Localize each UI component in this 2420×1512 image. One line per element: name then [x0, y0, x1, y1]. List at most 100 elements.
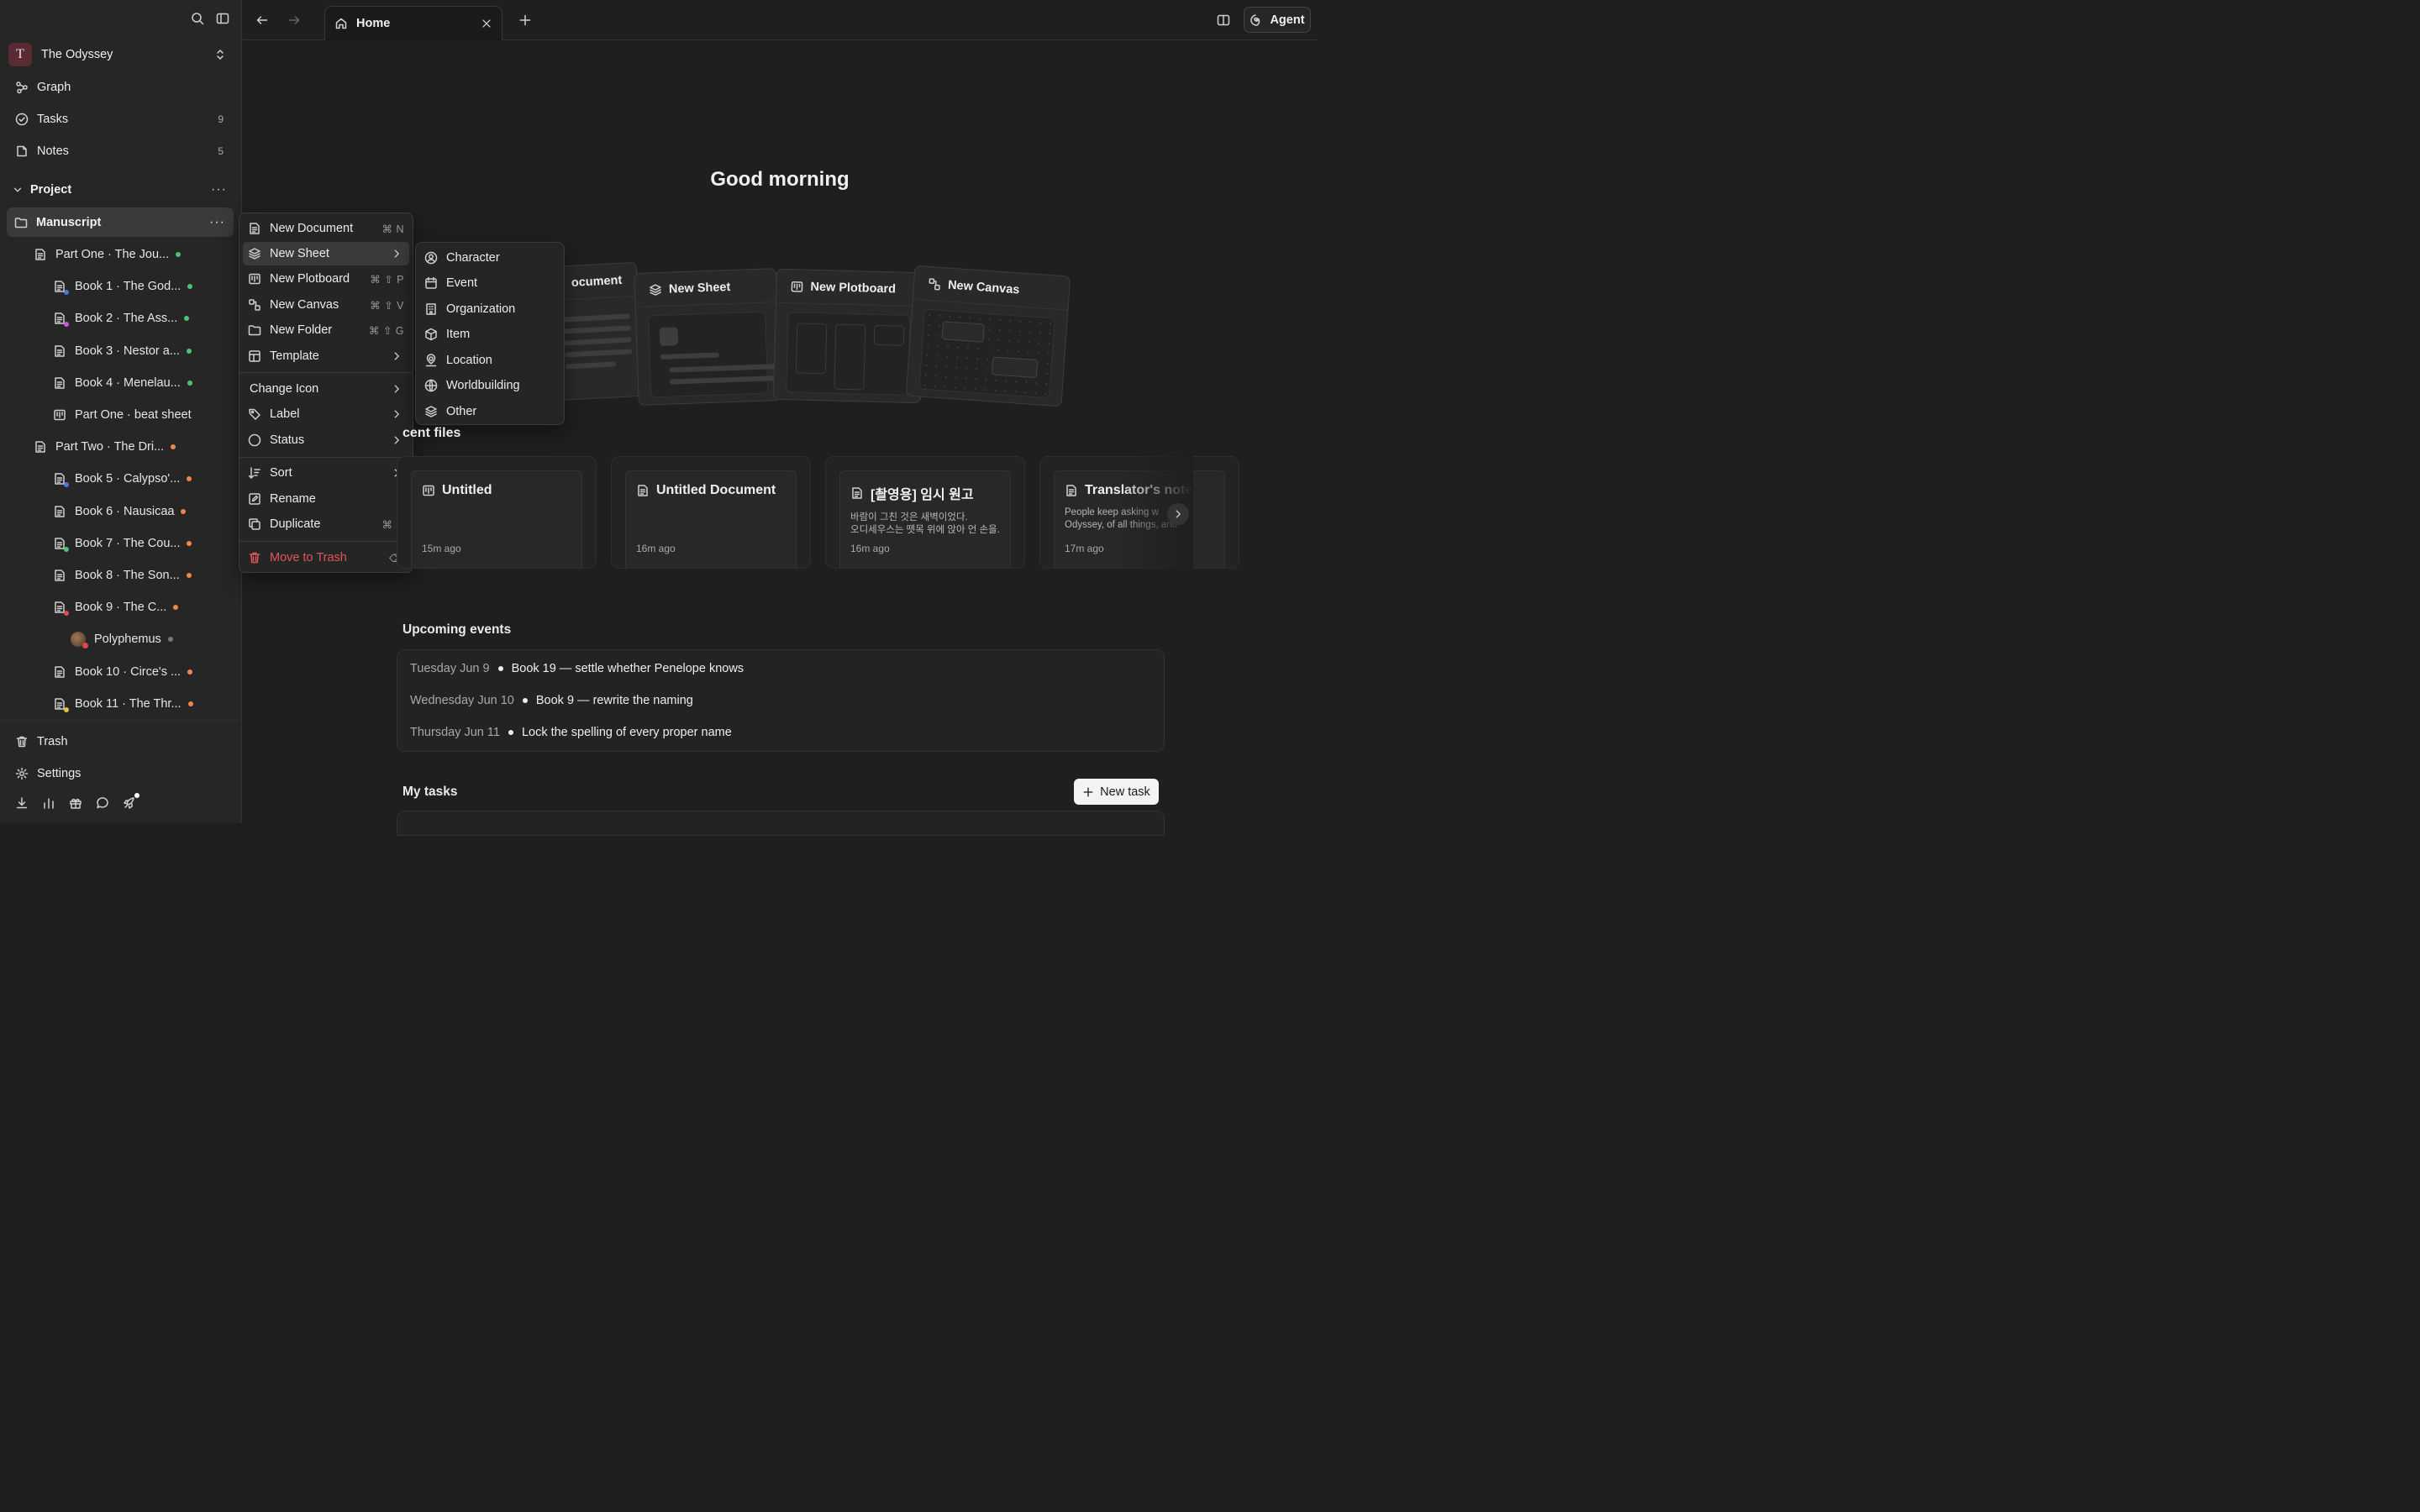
tree-item[interactable]: Book 8 · The Son...	[53, 563, 192, 588]
workspace-switcher[interactable]: T The Odyssey	[8, 42, 234, 67]
note-icon	[15, 144, 29, 158]
layers-icon	[424, 405, 438, 418]
event-row[interactable]: Tuesday Jun 9 Book 19 — settle whether P…	[410, 662, 744, 675]
submenu-item-item[interactable]: Item	[419, 323, 560, 346]
tree-item[interactable]: Part One · The Jou...	[34, 242, 182, 267]
tab-home[interactable]: Home	[324, 6, 502, 40]
plus-icon[interactable]	[518, 13, 532, 27]
tree-item[interactable]: Book 2 · The Ass...	[53, 306, 190, 331]
submenu-item-worldbuilding[interactable]: Worldbuilding	[419, 374, 560, 397]
folder-manuscript[interactable]: Manuscript ···	[7, 207, 234, 237]
submenu-item-character[interactable]: Character	[419, 246, 560, 270]
sidebar-item-settings[interactable]: Settings	[8, 760, 234, 787]
submenu-item-event[interactable]: Event	[419, 271, 560, 295]
shortcut-hint: ⌘ N	[381, 223, 404, 235]
sidebar-item-graph[interactable]: Graph	[8, 74, 234, 101]
event-row[interactable]: Thursday Jun 11 Lock the spelling of eve…	[410, 726, 732, 739]
status-dot	[176, 252, 182, 257]
document-icon	[34, 248, 47, 261]
recent-file-card[interactable]: [촬영용] 임시 원고 바람이 그친 것은 새벽이었다. 오디세우스는 뗏목 위에 …	[825, 456, 1025, 569]
recent-file-card[interactable]: Untitled 15m ago	[397, 456, 597, 569]
plotboard-icon	[422, 484, 435, 497]
more-icon[interactable]: ···	[209, 215, 225, 230]
menu-item-template[interactable]: Template	[243, 344, 409, 368]
menu-item-sort[interactable]: Sort	[243, 461, 409, 485]
sidebar-item-notes[interactable]: Notes 5	[8, 138, 234, 165]
search-icon[interactable]	[191, 12, 204, 25]
back-arrow-icon[interactable]	[255, 13, 269, 27]
document-icon	[850, 486, 864, 500]
tree-item[interactable]: Book 10 · Circe's ...	[53, 659, 193, 685]
submenu-item-other[interactable]: Other	[419, 400, 560, 423]
chat-icon[interactable]	[96, 796, 109, 810]
document-icon	[53, 376, 66, 390]
menu-item-new-sheet[interactable]: New Sheet	[243, 242, 409, 265]
sidebar-item-trash[interactable]: Trash	[8, 728, 234, 755]
sheet-type-submenu: Character Event Organization Item Locati…	[415, 242, 565, 425]
split-view-icon[interactable]	[1217, 13, 1230, 27]
menu-item-label: New Canvas	[270, 298, 339, 312]
event-date: Tuesday Jun 9	[410, 662, 490, 675]
menu-item-label[interactable]: Label	[243, 402, 409, 426]
document-icon	[34, 440, 47, 454]
download-icon[interactable]	[15, 796, 29, 810]
chevron-right-icon	[391, 408, 402, 420]
status-dot	[187, 540, 192, 546]
document-icon	[53, 601, 69, 617]
chevron-right-icon	[391, 350, 402, 362]
user-circle-icon	[424, 251, 438, 265]
tree-item[interactable]: Part One · beat sheet	[53, 402, 192, 428]
menu-item-move-to-trash[interactable]: Move to Trash ⌫	[243, 546, 409, 570]
menu-item-status[interactable]: Status	[243, 428, 409, 452]
sidebar-item-label: Notes	[37, 144, 69, 158]
tree-item[interactable]: Book 5 · Calypso'...	[53, 466, 192, 491]
menu-item-new-canvas[interactable]: New Canvas ⌘ ⇧ V	[243, 293, 409, 317]
menu-item-new-plotboard[interactable]: New Plotboard ⌘ ⇧ P	[243, 267, 409, 291]
menu-item-new-folder[interactable]: New Folder ⌘ ⇧ G	[243, 318, 409, 342]
menu-item-rename[interactable]: Rename	[243, 487, 409, 511]
rocket-icon[interactable]	[123, 793, 139, 810]
plotboard-icon	[248, 272, 261, 286]
sidebar-item-tasks[interactable]: Tasks 9	[8, 106, 234, 133]
tree-item[interactable]: Book 6 · Nausicaa	[53, 499, 187, 524]
gift-icon[interactable]	[69, 796, 82, 810]
scroll-right-button[interactable]	[1167, 503, 1189, 525]
stats-icon[interactable]	[42, 796, 55, 810]
sidebar-toggle-icon[interactable]	[216, 12, 229, 25]
home-icon	[334, 17, 348, 30]
tree-item[interactable]: Book 9 · The C...	[53, 595, 179, 620]
tree-item[interactable]: Book 4 · Menelau...	[53, 370, 192, 396]
tree-item-label: Book 4 · Menelau...	[75, 375, 181, 390]
submenu-item-location[interactable]: Location	[419, 349, 560, 372]
tree-item[interactable]: Book 1 · The God...	[53, 274, 193, 299]
recent-file-time: 17m ago	[1065, 543, 1104, 554]
submenu-item-label: Worldbuilding	[446, 379, 520, 392]
event-row[interactable]: Wednesday Jun 10 Book 9 — rewrite the na…	[410, 694, 693, 707]
document-icon	[53, 472, 69, 488]
close-icon[interactable]	[481, 18, 492, 29]
section-project[interactable]: Project ···	[8, 178, 234, 202]
submenu-item-organization[interactable]: Organization	[419, 297, 560, 321]
tree-item-label: Book 9 · The C...	[75, 601, 167, 615]
menu-item-new-document[interactable]: New Document ⌘ N	[243, 217, 409, 240]
forward-arrow-icon[interactable]	[287, 13, 301, 27]
tree-item-label: Book 6 · Nausicaa	[75, 504, 175, 518]
create-sheet-card[interactable]: New Sheet	[634, 268, 781, 406]
agent-button[interactable]: Agent	[1244, 7, 1311, 33]
recent-file-card[interactable]: Untitled Document 16m ago	[611, 456, 811, 569]
folder-icon	[14, 216, 28, 229]
menu-item-change-icon[interactable]: Change Icon	[243, 377, 409, 401]
submenu-item-label: Other	[446, 405, 477, 418]
menu-item-duplicate[interactable]: Duplicate ⌘ D	[243, 512, 409, 536]
tree-item[interactable]: Book 11 · The Thr...	[53, 691, 193, 717]
tree-item[interactable]: Book 7 · The Cou...	[53, 531, 192, 556]
menu-item-label: Duplicate	[270, 517, 321, 531]
create-canvas-card[interactable]: New Canvas	[905, 265, 1071, 407]
tree-item[interactable]: Polyphemus	[71, 627, 173, 652]
new-task-button[interactable]: New task	[1074, 779, 1159, 805]
tree-item[interactable]: Part Two · The Dri...	[34, 434, 176, 459]
folder-icon	[248, 323, 261, 337]
tree-item[interactable]: Book 3 · Nestor a...	[53, 339, 192, 364]
create-plotboard-card[interactable]: New Plotboard	[772, 268, 925, 404]
more-icon[interactable]: ···	[211, 182, 227, 197]
